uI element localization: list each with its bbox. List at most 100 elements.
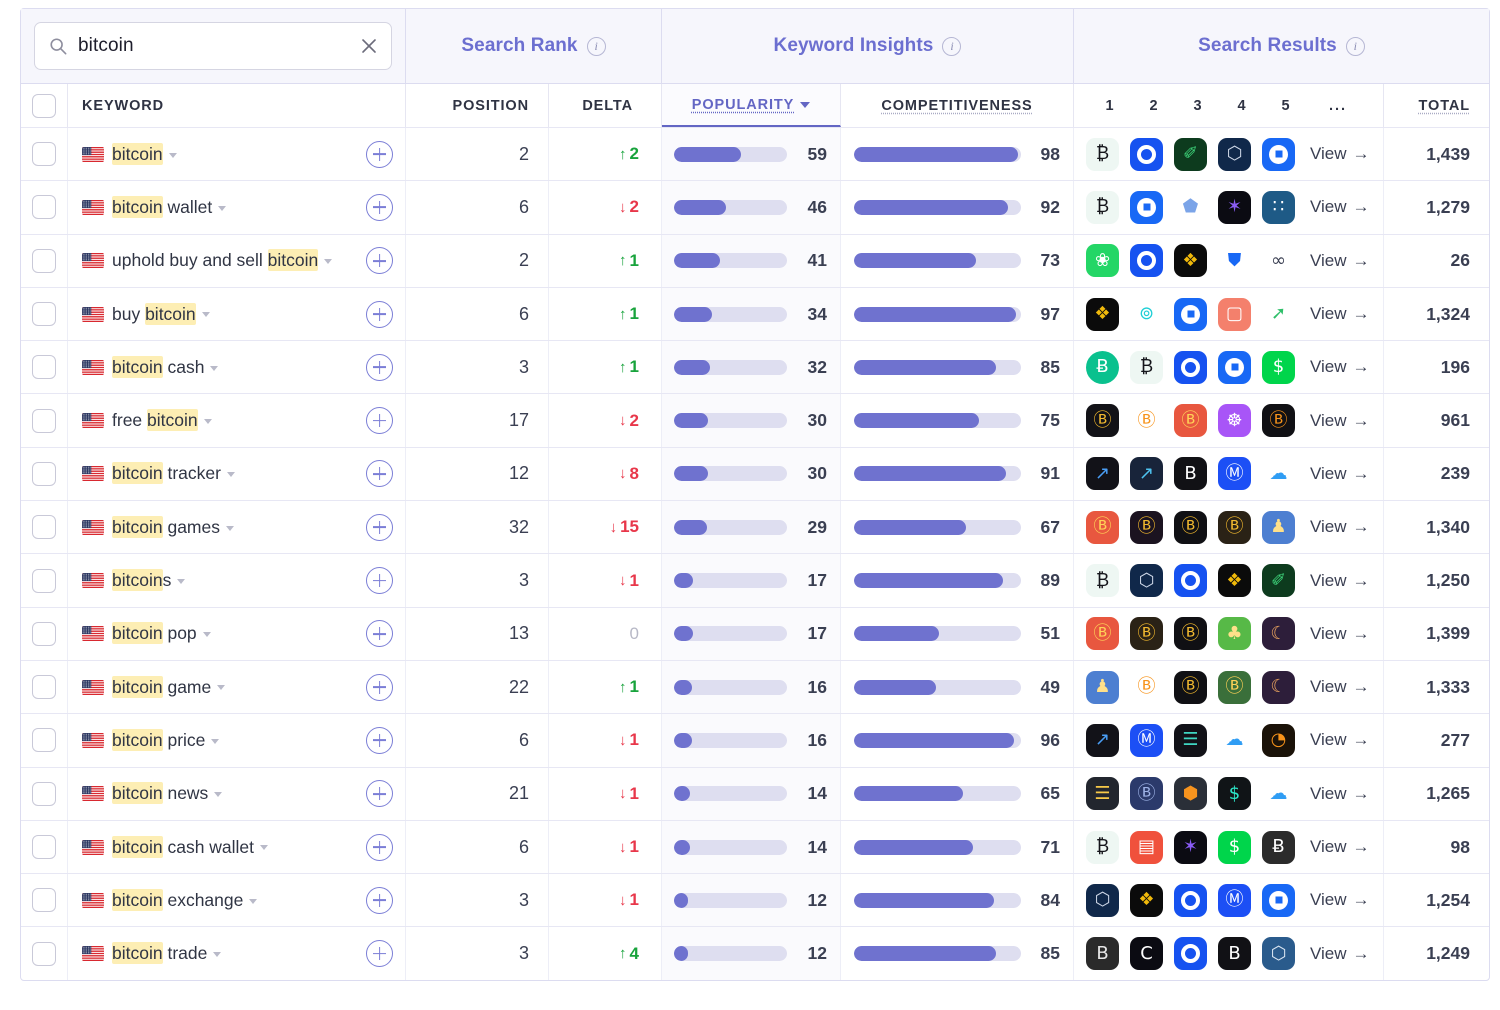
- chevron-down-icon[interactable]: [800, 101, 811, 108]
- search-input[interactable]: bitcoin: [34, 22, 392, 70]
- gemini-icon[interactable]: ⊚: [1130, 298, 1163, 331]
- chevron-down-icon[interactable]: [225, 525, 234, 531]
- view-link[interactable]: View →: [1310, 571, 1370, 591]
- coin-game-icon[interactable]: Ⓑ: [1130, 510, 1163, 544]
- bitcoin-black-icon[interactable]: Ⓑ: [1174, 670, 1207, 704]
- bch-icon[interactable]: Ƀ: [1262, 830, 1295, 864]
- add-keyword-button[interactable]: [366, 726, 393, 754]
- add-keyword-button[interactable]: [366, 140, 393, 168]
- cashapp-icon[interactable]: $: [1218, 830, 1251, 864]
- table-row[interactable]: bitcoin exchange 3 ↓ 1 12 84 ⬡ ❖ Ⓜ View → 1,254: [21, 873, 1489, 927]
- cryptocom-icon[interactable]: ⬡: [1130, 564, 1163, 598]
- binance-icon[interactable]: ❖: [1130, 883, 1163, 917]
- view-link[interactable]: View →: [1310, 357, 1370, 377]
- tycoon-icon[interactable]: ♟: [1262, 510, 1295, 544]
- table-row[interactable]: bitcoin wallet 6 ↓ 2 46 92 ₿ ⬟ ✶ ∷ View → 1,279: [21, 180, 1489, 234]
- bars-icon[interactable]: ☰: [1174, 723, 1207, 757]
- view-link[interactable]: View →: [1310, 251, 1370, 271]
- view-link[interactable]: View →: [1310, 624, 1370, 644]
- chevron-down-icon[interactable]: [211, 738, 220, 744]
- uphold-icon[interactable]: ❀: [1086, 244, 1119, 278]
- info-icon[interactable]: i: [942, 36, 962, 56]
- add-keyword-button[interactable]: [366, 193, 393, 221]
- bitcoin-frame-icon[interactable]: B: [1086, 937, 1119, 971]
- column-header-popularity[interactable]: POPULARITY: [662, 84, 841, 127]
- row-checkbox[interactable]: [32, 408, 56, 433]
- view-link[interactable]: View →: [1310, 890, 1370, 910]
- chevron-down-icon[interactable]: [177, 578, 186, 584]
- bitpay-icon[interactable]: ▤: [1130, 830, 1163, 864]
- robinhood-icon[interactable]: ✐: [1174, 137, 1207, 171]
- coin-blast-icon[interactable]: Ⓑ: [1174, 404, 1207, 438]
- cloudchart-icon[interactable]: ☁: [1218, 724, 1251, 757]
- row-checkbox[interactable]: [32, 142, 56, 167]
- row-checkbox[interactable]: [32, 195, 56, 220]
- chevron-down-icon[interactable]: [168, 152, 177, 158]
- tycoon-icon[interactable]: ♟: [1086, 670, 1119, 704]
- add-keyword-button[interactable]: [366, 886, 393, 914]
- add-keyword-button[interactable]: [366, 673, 393, 701]
- view-link[interactable]: View →: [1310, 730, 1370, 750]
- cashapp-icon[interactable]: $: [1262, 350, 1295, 384]
- add-keyword-button[interactable]: [366, 247, 393, 275]
- chart-dark-icon[interactable]: ↗: [1086, 723, 1119, 757]
- xverse-icon[interactable]: ✶: [1174, 830, 1207, 864]
- row-checkbox[interactable]: [32, 461, 56, 486]
- link-icon[interactable]: ∞: [1262, 244, 1295, 277]
- column-header-position[interactable]: POSITION: [406, 84, 549, 127]
- coinmarketcap-icon[interactable]: Ⓜ: [1218, 457, 1251, 491]
- blockcube-icon[interactable]: ⬟: [1174, 191, 1207, 224]
- coinbase-icon[interactable]: [1174, 937, 1207, 971]
- table-row[interactable]: bitcoin pop 13 0 17 51 Ⓑ Ⓑ Ⓑ ♣ ☾ View → 1,399: [21, 606, 1489, 660]
- blockchain-icon[interactable]: [1218, 350, 1251, 384]
- bitcoin-ring-icon[interactable]: Ⓑ: [1130, 404, 1163, 437]
- table-row[interactable]: free bitcoin 17 ↓ 2 30 75 Ⓑ Ⓑ Ⓑ ☸ Ⓑ View → 961: [21, 393, 1489, 447]
- add-keyword-button[interactable]: [366, 353, 393, 381]
- robinhood-icon[interactable]: ✐: [1262, 564, 1295, 598]
- view-link[interactable]: View →: [1310, 677, 1370, 697]
- view-link[interactable]: View →: [1310, 784, 1370, 804]
- chevron-down-icon[interactable]: [260, 845, 269, 851]
- chevron-down-icon[interactable]: [226, 472, 235, 478]
- row-checkbox[interactable]: [32, 835, 56, 859]
- row-checkbox[interactable]: [32, 248, 56, 273]
- row-checkbox[interactable]: [32, 302, 56, 327]
- bitcoin-p-icon[interactable]: ₿: [1130, 350, 1163, 384]
- cloudchart-icon[interactable]: ☁: [1262, 777, 1295, 810]
- blockfolio-icon[interactable]: B: [1174, 457, 1207, 491]
- chevron-down-icon[interactable]: [202, 632, 211, 638]
- bitcoin-black-icon[interactable]: Ⓑ: [1262, 404, 1295, 438]
- night-game-icon[interactable]: ☾: [1262, 617, 1295, 651]
- coinbase-icon[interactable]: [1174, 564, 1207, 598]
- table-row[interactable]: bitcoin news 21 ↓ 1 14 65 ☰ Ⓑ ⬢ $ ☁ View → 1,265: [21, 766, 1489, 820]
- table-row[interactable]: bitcoin game 22 ↑ 1 16 49 ♟ Ⓑ Ⓑ Ⓑ ☾ View → 1,333: [21, 659, 1489, 714]
- bitcoin-blue-icon[interactable]: Ⓑ: [1130, 777, 1163, 811]
- info-icon[interactable]: i: [586, 36, 606, 56]
- chevron-down-icon[interactable]: [214, 792, 223, 798]
- miner-icon[interactable]: Ⓑ: [1218, 510, 1251, 544]
- chart-navy-icon[interactable]: ↗: [1130, 457, 1163, 491]
- table-row[interactable]: bitcoin cash wallet 6 ↓ 1 14 71 ₿ ▤ ✶ $ Ƀ View → 98: [21, 819, 1489, 874]
- bitcoin-ring-icon[interactable]: Ⓑ: [1130, 671, 1163, 704]
- table-row[interactable]: uphold buy and sell bitcoin 2 ↑ 1 41 73 ❀ ❖ ⛊ ∞ Vi…: [21, 233, 1489, 287]
- blockchain-icon[interactable]: [1130, 190, 1163, 224]
- row-checkbox[interactable]: [32, 941, 56, 966]
- table-row[interactable]: bitcoin games 32 ↓ 15 29 67 Ⓑ Ⓑ Ⓑ Ⓑ ♟ View → 1,340: [21, 500, 1489, 554]
- table-row[interactable]: bitcoin tracker 12 ↓ 8 30 91 ↗ ↗ B Ⓜ ☁ View → 239: [21, 446, 1489, 501]
- table-row[interactable]: bitcoins 3 ↓ 1 17 89 ₿ ⬡ ❖ ✐ View → 1,250: [21, 553, 1489, 607]
- table-row[interactable]: bitcoin trade 3 ↑ 4 12 85 B C B ⬡ View → 1,249: [21, 926, 1489, 980]
- crypto-c-icon[interactable]: C: [1130, 937, 1163, 971]
- view-link[interactable]: View →: [1310, 411, 1370, 431]
- dollar-cyan-icon[interactable]: $: [1218, 777, 1251, 811]
- view-link[interactable]: View →: [1310, 197, 1370, 217]
- blockchain-icon[interactable]: [1262, 883, 1295, 917]
- dots-icon[interactable]: ∷: [1262, 190, 1295, 224]
- coinbase-icon[interactable]: [1130, 244, 1163, 278]
- bitcoin-p-icon[interactable]: ₿: [1086, 137, 1119, 171]
- news-dark-icon[interactable]: ☰: [1086, 777, 1119, 811]
- bitcoin-p-icon[interactable]: ₿: [1086, 190, 1119, 224]
- view-link[interactable]: View →: [1310, 144, 1370, 164]
- purple-app-icon[interactable]: ☸: [1218, 404, 1251, 438]
- column-header-total[interactable]: TOTAL: [1384, 84, 1489, 127]
- cryptocom-icon[interactable]: ⬡: [1262, 937, 1295, 971]
